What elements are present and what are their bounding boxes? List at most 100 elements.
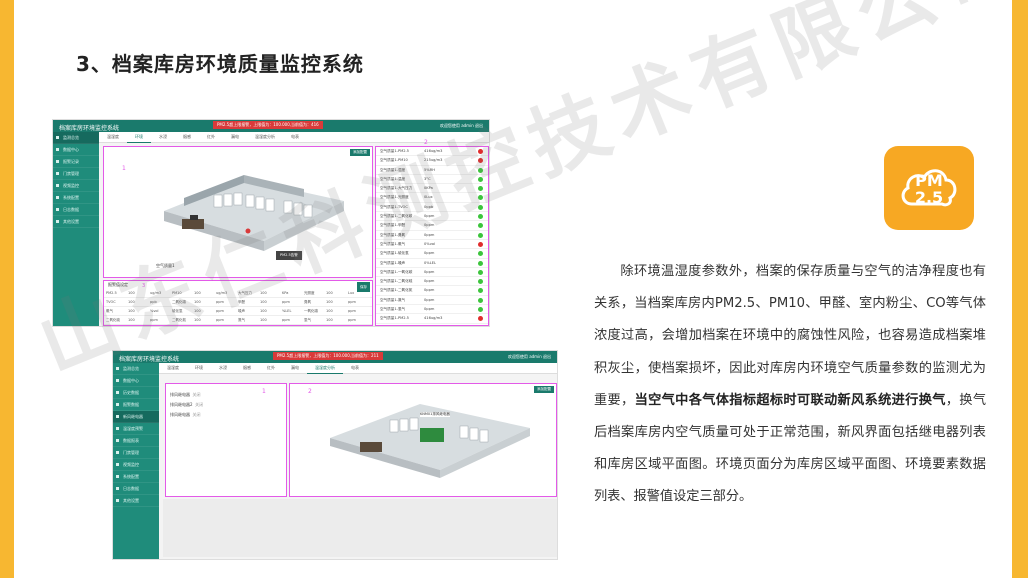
sidebar-item[interactable]: 数据报表 <box>113 435 159 447</box>
pm25-logo: PM 2.5 <box>884 146 974 230</box>
threshold-cell[interactable]: ppm <box>346 307 368 315</box>
tab[interactable]: 水浸 <box>151 132 175 142</box>
logo-text-25: 2.5 <box>914 188 944 207</box>
status-dot <box>478 288 483 294</box>
reading-row: 空气质量1-二氧化氮 0ppm <box>376 286 488 296</box>
reading-name: 空气质量1-氢气 <box>380 307 406 312</box>
alarm-banner[interactable]: PM2.5超上限报警，上限值为：100.000,当前值为：416 <box>213 121 323 129</box>
paragraph-text: 除环境温湿度参数外，档案的保存质量与空气的洁净程度也有关系，当档案库房内PM2.… <box>594 264 986 408</box>
tab-bar: 温湿度 环境 水浸 烟感 红外 漏电 温湿度分析 电表 <box>159 363 557 374</box>
status-dot <box>478 307 483 313</box>
relay-state[interactable]: 关闭 <box>193 412 201 417</box>
tab[interactable]: 电表 <box>343 363 367 373</box>
threshold-cell[interactable]: 一氧化碳 <box>302 307 324 315</box>
relay-name: 排风继电器2 <box>170 402 193 407</box>
reading-row: 空气质量1-二氧化硫 0ppm <box>376 277 488 287</box>
status-dot <box>478 232 483 238</box>
sidebar-item[interactable]: 新风继电器 <box>113 411 159 423</box>
status-dot <box>478 316 483 322</box>
sidebar-item[interactable]: 其他设置 <box>53 216 99 228</box>
threshold-cell[interactable]: ppm <box>346 298 368 306</box>
reading-name: 空气质量1-二氧化硫 <box>380 279 413 284</box>
sidebar-item[interactable]: 其他设置 <box>113 495 159 507</box>
empty-content-area <box>163 499 557 557</box>
status-dot <box>478 251 483 257</box>
sidebar-item[interactable]: 日志数据 <box>53 204 99 216</box>
status-dot <box>478 241 483 247</box>
tab[interactable]: 温湿度 <box>159 363 187 373</box>
tab[interactable]: 温湿度分析 <box>247 132 283 142</box>
reading-value: 0ppm <box>424 297 435 302</box>
tab[interactable]: 电表 <box>283 132 307 142</box>
sidebar-item[interactable]: 历史数据 <box>113 387 159 399</box>
left-accent-bar <box>0 0 14 578</box>
threshold-cell[interactable]: 100 <box>324 316 346 324</box>
sidebar-item[interactable]: 报警记录 <box>53 156 99 168</box>
reading-value: 0%LEL <box>424 260 436 265</box>
screenshot-fresh-air-page: 档案库房环境监控系统 PM2.5超上限报警，上限值为：100.000,当前值为：… <box>112 350 558 560</box>
warehouse-isometric-image <box>330 404 530 478</box>
threshold-cell[interactable]: 100 <box>258 316 280 324</box>
sidebar-item[interactable]: 门禁管理 <box>53 168 99 180</box>
fresh-air-floor-plan: 2 添加配置 KNM01排风继电器 <box>289 383 557 497</box>
threshold-cell[interactable]: 100 <box>324 307 346 315</box>
relay-item[interactable]: 排风继电器2 关闭 <box>170 400 203 410</box>
sidebar-item[interactable]: 门禁管理 <box>113 447 159 459</box>
paragraph-bold-text: 当空气中各气体指标超标时可联动新风系统进行换气 <box>634 392 946 408</box>
sidebar: 监测总览 数据中心 历史数据 报警数据 新风继电器 温湿度预警 数据报表 门禁管… <box>113 363 159 559</box>
status-dot <box>478 297 483 303</box>
tab[interactable]: 红外 <box>199 132 223 142</box>
threshold-cell[interactable]: 100 <box>324 289 346 297</box>
reading-name: 空气质量1-一氧化碳 <box>380 269 413 274</box>
tab[interactable]: 环境 <box>127 132 151 143</box>
reading-value: 0ppm <box>424 279 435 284</box>
reading-value: 0ppm <box>424 288 435 293</box>
sidebar-item[interactable]: 数据中心 <box>113 375 159 387</box>
tab[interactable]: 温湿度分析 <box>307 363 343 374</box>
tab[interactable]: 温湿度 <box>99 132 127 142</box>
tab[interactable]: 烟感 <box>235 363 259 373</box>
threshold-cell[interactable]: ppm <box>346 316 368 324</box>
relay-list-panel: 1 排风继电器 关闭 排风继电器2 关闭 排风继电器 关闭 <box>165 383 287 497</box>
relay-name: 排风继电器 <box>170 412 190 417</box>
threshold-cell[interactable]: 氢气 <box>302 316 324 324</box>
slide-title: 3、档案库房环境质量监控系统 <box>76 52 364 76</box>
sidebar-item[interactable]: 报警数据 <box>113 399 159 411</box>
relay-state[interactable]: 关闭 <box>195 402 203 407</box>
description-paragraph: 除环境温湿度参数外，档案的保存质量与空气的洁净程度也有关系，当档案库房内PM2.… <box>594 256 986 514</box>
threshold-cell[interactable]: 100 <box>324 298 346 306</box>
status-dot <box>478 260 483 266</box>
threshold-cell[interactable]: 臭氧 <box>302 298 324 306</box>
logo-text-pm: PM <box>915 171 943 190</box>
user-info[interactable]: 欢迎您使用 admin 退出 <box>508 354 551 360</box>
relay-item[interactable]: 排风继电器 关闭 <box>170 410 203 420</box>
sidebar-item[interactable]: 视频监控 <box>53 180 99 192</box>
sidebar-item[interactable]: 温湿度预警 <box>113 423 159 435</box>
reading-row: 空气质量1-PM2.5 416ug/m3 <box>376 314 488 324</box>
paragraph-text: ，换气后档案库房内空气质量可处于正常范围，新风界面包括继电器列表和库房区域平面图… <box>594 392 987 505</box>
tab[interactable]: 漏电 <box>223 132 247 142</box>
sidebar-item[interactable]: 数据中心 <box>53 144 99 156</box>
tab[interactable]: 烟感 <box>175 132 199 142</box>
right-accent-bar <box>1012 0 1028 578</box>
sidebar-item[interactable]: 系统配置 <box>53 192 99 204</box>
region-number: 1 <box>122 165 126 172</box>
threshold-cell[interactable]: ppm <box>280 316 302 324</box>
sidebar-item[interactable]: 日志数据 <box>113 483 159 495</box>
tab[interactable]: 水浸 <box>211 363 235 373</box>
relay-state[interactable]: 关闭 <box>193 392 201 397</box>
save-button[interactable]: 保存 <box>357 282 370 292</box>
tab[interactable]: 环境 <box>187 363 211 373</box>
tab[interactable]: 红外 <box>259 363 283 373</box>
reading-value: 0ppm <box>424 307 435 312</box>
alarm-banner[interactable]: PM2.5超上限报警，上限值为：100.000,当前值为：211 <box>273 352 383 360</box>
sidebar-item[interactable]: 监测总览 <box>53 132 99 144</box>
relay-item[interactable]: 排风继电器 关闭 <box>170 390 203 400</box>
threshold-cell[interactable]: %LEL <box>280 307 302 315</box>
region-number: 1 <box>262 388 266 395</box>
app-header: 档案库房环境监控系统 PM2.5超上限报警，上限值为：100.000,当前值为：… <box>113 351 557 363</box>
sidebar-item[interactable]: 视频监控 <box>113 459 159 471</box>
tab[interactable]: 漏电 <box>283 363 307 373</box>
sidebar-item[interactable]: 系统配置 <box>113 471 159 483</box>
relay-node-label[interactable]: KNM01排风继电器 <box>420 412 450 417</box>
